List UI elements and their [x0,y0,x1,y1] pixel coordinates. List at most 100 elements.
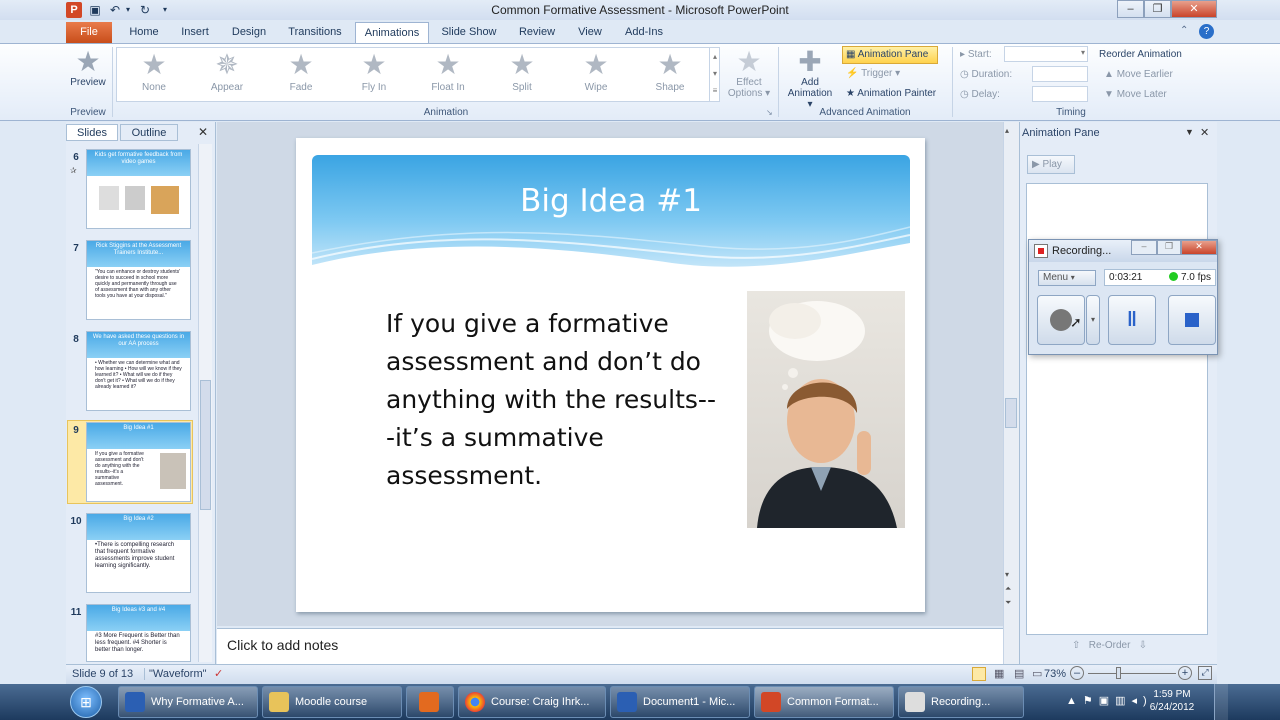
effect-options-button[interactable]: ★ Effect Options ▾ [726,47,772,100]
slide-thumbnail-10[interactable]: Big Idea #2 •There is compelling researc… [86,513,191,593]
tab-file[interactable]: File [66,22,112,43]
scroll-up-icon[interactable]: ▴ [1005,126,1009,135]
animation-shape[interactable]: ★ Shape [640,50,700,94]
tab-insert[interactable]: Insert [172,22,218,43]
recording-minimize-button[interactable]: – [1131,240,1157,255]
star-icon: ★ [509,49,535,80]
scrollbar-thumb[interactable] [1005,398,1017,428]
zoom-in-icon[interactable]: + [1178,666,1192,680]
trigger-button[interactable]: ⚡ Trigger ▾ [846,68,900,79]
recording-close-button[interactable]: ✕ [1181,240,1217,255]
word-icon [125,692,145,713]
slide-thumbnail-11[interactable]: Big Ideas #3 and #4 #3 More Frequent is … [86,604,191,662]
scroll-down-icon[interactable]: ▾ [1005,570,1009,579]
fit-to-window-icon[interactable]: ⤢ [1198,666,1212,680]
status-bar: Slide 9 of 13 "Waveform" ✓ ▦ ▤ ▭ 73% – +… [66,664,1217,684]
animation-appear[interactable]: ✵ Appear [197,50,257,94]
taskbar-item-powerpoint[interactable]: Common Format... [754,686,894,718]
maximize-button[interactable]: ❐ [1144,0,1171,18]
zoom-slider[interactable] [1088,673,1176,674]
dialog-launcher-icon[interactable]: ↘ [766,108,773,117]
move-later-button[interactable]: ▼ Move Later [1104,89,1167,100]
zoom-out-icon[interactable]: – [1070,666,1084,680]
tab-review[interactable]: Review [512,22,562,43]
delay-spinner[interactable] [1032,86,1088,102]
tab-slide-show[interactable]: Slide Show [436,22,502,43]
slide-thumbnail-6[interactable]: Kids get formative feedback from video g… [86,149,191,229]
duration-spinner[interactable] [1032,66,1088,82]
slide-thumbnail-7[interactable]: Rick Stiggins at the Assessment Trainers… [86,240,191,320]
zoom-slider-thumb[interactable] [1116,667,1121,679]
recording-menu-button[interactable]: Menu ▾ [1038,270,1096,286]
help-icon[interactable]: ? [1199,24,1214,39]
clock[interactable]: 1:59 PM 6/24/2012 [1136,688,1208,714]
animation-float-in[interactable]: ★ Float In [418,50,478,94]
taskbar-item-media[interactable] [406,686,454,718]
slide-scrollbar[interactable]: ▴ ▾ ⏶ ⏷ [1003,122,1019,664]
gallery-scroll[interactable]: ▴ ▾ ≡ [709,48,720,101]
stop-button[interactable] [1168,295,1216,345]
normal-view-icon[interactable] [972,667,986,681]
zoom-level[interactable]: 73% [1044,668,1066,680]
animation-label: Fade [289,82,313,93]
slide-sorter-icon[interactable]: ▦ [994,667,1004,680]
notes-pane[interactable]: Click to add notes [217,628,1003,664]
tab-transitions[interactable]: Transitions [280,22,350,43]
next-slide-icon[interactable]: ⏷ [1005,598,1011,608]
animation-fade[interactable]: ★ Fade [271,50,331,94]
taskbar-item-chrome[interactable]: Course: Craig Ihrk... [458,686,606,718]
animation-split[interactable]: ★ Split [492,49,552,94]
tab-outline[interactable]: Outline [120,124,178,141]
theme-name[interactable]: "Waveform" [144,668,207,680]
tab-view[interactable]: View [570,22,610,43]
tab-animations[interactable]: Animations [355,22,429,44]
collapse-ribbon-icon[interactable]: ⌃ [1180,25,1188,36]
taskbar-item-moodle[interactable]: Moodle course [262,686,402,718]
move-earlier-button[interactable]: ▲ Move Earlier [1104,69,1173,80]
slide-thumbnail-9[interactable]: Big Idea #1 If you give a formative asse… [86,422,191,502]
taskbar-item-document1[interactable]: Document1 - Mic... [610,686,750,718]
tab-design[interactable]: Design [224,22,274,43]
animation-fly-in[interactable]: ★ Fly In [344,50,404,94]
slide-title[interactable]: Big Idea #1 [312,183,910,219]
reading-view-icon[interactable]: ▤ [1014,667,1024,680]
tab-home[interactable]: Home [122,22,166,43]
reorder-control[interactable]: ⇧ Re-Order ⇩ [1072,640,1147,651]
start-dropdown[interactable]: ▾ [1004,46,1088,62]
taskbar-item-word-why[interactable]: Why Formative A... [118,686,258,718]
play-button[interactable]: ▶ Play [1027,155,1075,174]
animation-none[interactable]: ★ None [124,50,184,94]
close-pane-icon[interactable]: ✕ [1200,126,1209,139]
previous-slide-icon[interactable]: ⏶ [1005,584,1011,594]
pause-button[interactable]: ‖ [1108,295,1156,345]
animation-label: Appear [210,82,244,93]
tab-slides[interactable]: Slides [66,124,118,141]
record-options-dropdown[interactable]: ▾ [1086,295,1100,345]
slide-thumbnail-8[interactable]: We have asked these questions in our AA … [86,331,191,411]
close-panel-icon[interactable]: ✕ [198,125,208,139]
slides-panel-scrollbar[interactable] [198,144,212,662]
add-animation-button[interactable]: ✚ Add Animation ▾ [784,47,836,111]
animation-painter-button[interactable]: ★ Animation Painter [846,88,936,99]
recording-maximize-button[interactable]: ❐ [1157,240,1181,255]
slide-number: 7 [73,243,79,254]
pane-options-icon[interactable]: ▼ [1185,127,1194,137]
scrollbar-thumb[interactable] [200,380,211,510]
slide-body-text[interactable]: If you give a formative assessment and d… [386,305,746,495]
spelling-check-icon[interactable]: ✓ [214,667,223,680]
move-down-icon[interactable]: ⇩ [1139,640,1147,651]
taskbar-item-recording[interactable]: Recording... [898,686,1024,718]
slide-count: Slide 9 of 13 [72,668,134,680]
slide-show-icon[interactable]: ▭ [1032,667,1042,680]
animation-wipe[interactable]: ★ Wipe [566,50,626,94]
boy-thinking-photo[interactable] [747,291,905,528]
tab-add-ins[interactable]: Add-Ins [618,22,670,43]
chrome-icon [465,692,485,713]
move-up-icon[interactable]: ⇧ [1072,640,1080,651]
close-button[interactable]: ✕ [1171,0,1217,18]
show-desktop-button[interactable] [1214,684,1228,720]
start-button[interactable]: ⊞ [70,686,102,718]
preview-button[interactable]: ★ Preview [70,47,106,89]
minimize-button[interactable]: – [1117,0,1144,18]
animation-pane-button[interactable]: ▦ Animation Pane [842,46,938,64]
